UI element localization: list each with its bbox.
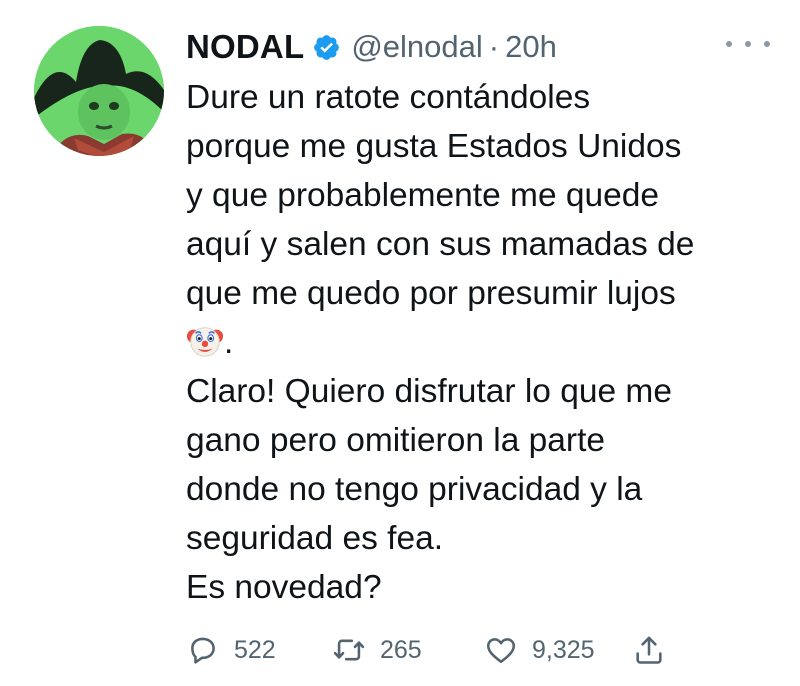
more-dot: [726, 41, 732, 47]
like-button[interactable]: 9,325: [484, 633, 595, 667]
tweet-header: NODAL @elnodal · 20h: [186, 24, 557, 70]
tweet-line: y que probablemente me quede: [186, 177, 660, 214]
more-dot: [745, 41, 751, 47]
like-count: 9,325: [532, 635, 595, 664]
tweet-timestamp[interactable]: 20h: [505, 29, 557, 65]
tweet-line: Claro! Quiero disfrutar lo que me: [186, 373, 672, 410]
reply-icon: [191, 637, 215, 664]
tweet-line-emoji: .: [186, 318, 776, 367]
tweet-line: seguridad es fea.: [186, 520, 444, 557]
tweet-line: donde no tengo privacidad y la: [186, 471, 643, 508]
retweet-count: 265: [380, 635, 422, 664]
avatar[interactable]: [34, 26, 164, 156]
tweet-line: aquí y salen con sus mamadas de: [186, 226, 695, 263]
heart-icon: [486, 638, 516, 664]
tweet-line: gano pero omitieron la parte: [186, 422, 606, 459]
author-handle[interactable]: @elnodal: [351, 29, 482, 65]
avatar-image: [34, 26, 164, 156]
separator-dot: ·: [488, 29, 500, 64]
tweet-line: que me quedo por presumir lujos: [186, 275, 676, 312]
retweet-button[interactable]: 265: [332, 633, 422, 667]
reply-count: 522: [234, 635, 276, 664]
tweet-line: Dure un ratote contándoles: [186, 79, 591, 116]
author-name[interactable]: NODAL: [186, 28, 304, 66]
tweet-line-text: .: [224, 324, 234, 361]
more-dot: [764, 41, 770, 47]
tweet-actions: 522 265 9,325: [186, 626, 746, 674]
retweet-icon: [333, 639, 365, 661]
share-icon: [636, 636, 662, 664]
reply-button[interactable]: 522: [186, 633, 276, 667]
tweet-text: Dure un ratote contándoles porque me gus…: [186, 73, 776, 612]
more-options-icon[interactable]: [726, 34, 770, 54]
verified-badge-icon: [312, 33, 341, 62]
tweet-line: Es novedad?: [186, 569, 382, 606]
share-button[interactable]: [632, 633, 666, 667]
tweet-line: porque me gusta Estados Unidos: [186, 128, 682, 165]
clown-face-icon: [186, 322, 224, 360]
